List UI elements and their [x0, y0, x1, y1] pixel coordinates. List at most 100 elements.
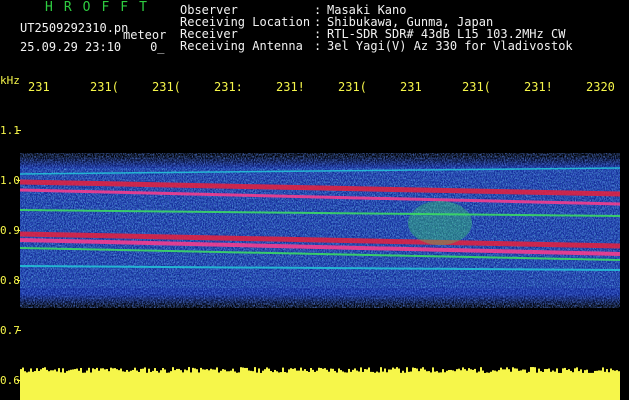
floor-spike: [606, 369, 608, 375]
floor-spike: [428, 371, 430, 375]
floor-spike: [324, 368, 326, 375]
floor-spike: [592, 372, 594, 375]
floor-spike: [46, 369, 48, 375]
floor-spike: [504, 369, 506, 375]
floor-spike: [510, 371, 512, 375]
floor-spike: [108, 371, 110, 375]
floor-spike: [38, 370, 40, 375]
floor-spike: [48, 371, 50, 375]
floor-spike: [96, 367, 98, 375]
floor-spike: [260, 372, 262, 375]
floor-spike: [486, 372, 488, 375]
floor-spike: [404, 372, 406, 375]
floor-spike: [408, 371, 410, 375]
floor-spike: [284, 372, 286, 375]
floor-spike: [58, 368, 60, 375]
floor-spike: [364, 369, 366, 375]
floor-spike: [24, 371, 26, 375]
floor-spike: [530, 367, 532, 375]
floor-spike: [532, 367, 534, 375]
floor-spike: [442, 369, 444, 375]
floor-spike: [360, 367, 362, 375]
floor-spike: [340, 370, 342, 375]
floor-spike: [458, 368, 460, 375]
floor-spike: [44, 367, 46, 375]
floor-spike: [358, 371, 360, 375]
floor-spike: [34, 371, 36, 375]
timestamp-suffix: 0_: [150, 40, 165, 54]
floor-spike: [454, 371, 456, 375]
floor-spike: [292, 368, 294, 375]
floor-spike: [618, 371, 620, 375]
floor-spike: [494, 370, 496, 375]
floor-spike: [354, 368, 356, 375]
floor-spike: [286, 372, 288, 375]
floor-spike: [170, 371, 172, 375]
floor-spike: [40, 369, 42, 375]
floor-spike: [110, 367, 112, 375]
floor-spike: [140, 368, 142, 375]
floor-spike: [116, 369, 118, 375]
info-label-antenna: Receiving Antenna: [180, 39, 303, 53]
floor-spike: [352, 369, 354, 375]
floor-spike: [604, 371, 606, 375]
floor-spike: [32, 371, 34, 375]
floor-spike: [344, 372, 346, 375]
floor-spike: [252, 371, 254, 375]
floor-spike: [588, 372, 590, 375]
floor-spike: [314, 371, 316, 375]
floor-spike: [180, 370, 182, 375]
floor-spike: [200, 367, 202, 375]
floor-spike: [542, 371, 544, 375]
floor-spike: [214, 369, 216, 375]
floor-spike: [196, 369, 198, 375]
floor-spike: [256, 372, 258, 375]
floor-spike: [186, 370, 188, 375]
floor-spike: [104, 369, 106, 375]
floor-spike: [168, 372, 170, 375]
floor-spike: [298, 370, 300, 375]
floor-spike: [238, 372, 240, 375]
floor-spike: [338, 368, 340, 375]
floor-spike: [548, 368, 550, 375]
floor-spike: [310, 367, 312, 375]
floor-spike: [52, 370, 54, 375]
floor-spike: [112, 368, 114, 375]
floor-spike: [432, 367, 434, 375]
floor-spike: [176, 368, 178, 375]
floor-spike: [304, 369, 306, 375]
floor-spike: [206, 369, 208, 375]
noise-floor-spikes: [20, 367, 620, 375]
floor-spike: [602, 367, 604, 375]
floor-spike: [586, 369, 588, 375]
floor-spike: [150, 371, 152, 375]
floor-spike: [294, 368, 296, 375]
floor-spike: [288, 369, 290, 375]
floor-spike: [312, 369, 314, 375]
floor-spike: [114, 368, 116, 375]
floor-spike: [496, 371, 498, 375]
floor-spike: [88, 367, 90, 375]
floor-spike: [118, 370, 120, 375]
floor-spike: [326, 369, 328, 375]
floor-spike: [250, 370, 252, 375]
floor-spike: [204, 369, 206, 375]
floor-spike: [552, 370, 554, 375]
floor-spike: [534, 367, 536, 375]
floor-spike: [258, 368, 260, 375]
floor-spike: [120, 368, 122, 375]
floor-spike: [36, 368, 38, 375]
floor-spike: [328, 371, 330, 375]
floor-spike: [60, 372, 62, 375]
floor-spike: [512, 367, 514, 375]
floor-spike: [202, 369, 204, 375]
floor-spike: [280, 372, 282, 375]
floor-spike: [484, 372, 486, 375]
floor-spike: [178, 368, 180, 375]
floor-spike: [350, 371, 352, 375]
floor-spike: [374, 372, 376, 375]
time-tick-label: 231: [400, 80, 422, 94]
floor-spike: [482, 370, 484, 375]
floor-spike: [420, 368, 422, 375]
floor-spike: [414, 367, 416, 375]
